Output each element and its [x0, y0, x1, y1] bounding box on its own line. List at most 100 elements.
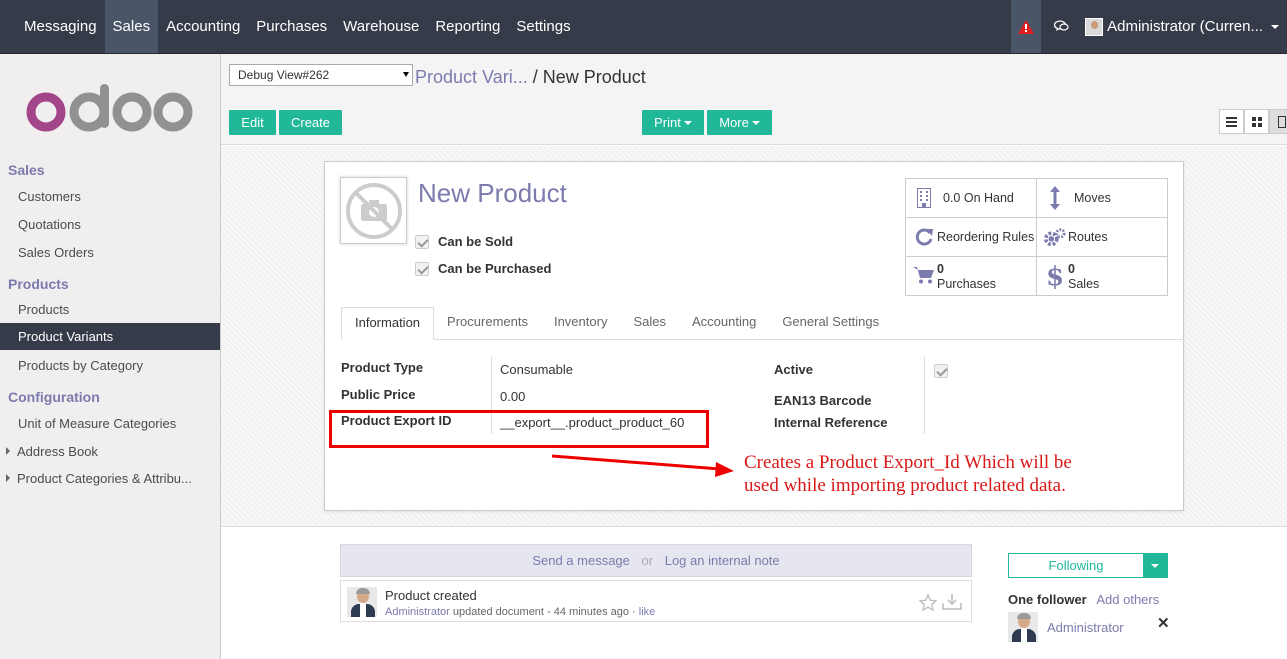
cogs-icon — [1044, 227, 1066, 247]
kanban-view-icon[interactable] — [1244, 109, 1269, 134]
menu-settings[interactable]: Settings — [508, 0, 578, 53]
archive-icon[interactable] — [942, 593, 962, 611]
menu-accounting[interactable]: Accounting — [158, 0, 248, 53]
following-dropdown[interactable] — [1143, 554, 1167, 577]
product-image[interactable] — [340, 177, 407, 244]
chat-icon[interactable] — [1047, 0, 1075, 53]
close-icon[interactable]: ✕ — [1157, 614, 1170, 632]
message-action: updated document — [452, 606, 544, 618]
tab-information[interactable]: Information — [341, 307, 435, 340]
public-price-field[interactable]: 0.00 — [500, 389, 525, 404]
main-menu: Messaging Sales Accounting Purchases War… — [16, 0, 579, 53]
user-name: Administrator (Curren... — [1107, 18, 1263, 35]
warning-icon[interactable] — [1011, 0, 1042, 53]
print-label: Print — [654, 115, 681, 130]
breadcrumb: Product Vari... / New Product — [415, 67, 646, 88]
sidebar-item-uom-categories[interactable]: Unit of Measure Categories — [18, 416, 176, 431]
sidebar-item-products[interactable]: Products — [18, 302, 69, 317]
sidebar-item-product-variants[interactable]: Product Variants — [0, 323, 220, 350]
message-title: Product created — [385, 588, 477, 603]
sidebar-item-product-categories[interactable]: Product Categories & Attribu... — [6, 471, 192, 486]
following-button[interactable]: Following — [1008, 553, 1168, 578]
moves-button[interactable]: Moves — [1037, 179, 1168, 218]
more-button[interactable]: More — [707, 110, 772, 135]
tab-procurements[interactable]: Procurements — [434, 307, 541, 340]
building-icon — [913, 188, 935, 208]
control-panel: Debug View#262 Product Vari... / New Pro… — [221, 54, 1287, 145]
menu-reporting[interactable]: Reporting — [427, 0, 508, 53]
print-button[interactable]: Print — [642, 110, 704, 135]
menu-sales[interactable]: Sales — [104, 0, 159, 53]
more-label: More — [719, 115, 749, 130]
sales-button[interactable]: $ 0 Sales — [1037, 257, 1168, 296]
routes-label: Routes — [1068, 230, 1108, 244]
purchases-button[interactable]: 0 Purchases — [906, 257, 1037, 296]
user-menu[interactable]: Administrator (Curren... — [1075, 17, 1287, 36]
public-price-label: Public Price — [341, 387, 416, 402]
tab-general-settings[interactable]: General Settings — [769, 307, 892, 340]
debug-select[interactable]: Debug View#262 — [229, 64, 413, 86]
follower-name[interactable]: Administrator — [1047, 620, 1124, 635]
odoo-logo[interactable] — [26, 84, 196, 144]
sidebar-item-label: Address Book — [17, 444, 98, 459]
like-link[interactable]: like — [639, 606, 656, 618]
product-name[interactable]: New Product — [418, 178, 567, 209]
avatar — [1085, 17, 1104, 36]
form-view-icon[interactable] — [1269, 109, 1287, 134]
tab-sales[interactable]: Sales — [620, 307, 679, 340]
can-be-purchased-checkbox[interactable]: Can be Purchased — [415, 261, 551, 276]
cart-icon — [913, 266, 935, 284]
followers-count: One follower — [1008, 592, 1087, 607]
sales-stat: 0 Sales — [1068, 262, 1099, 292]
field-divider — [924, 356, 925, 434]
list-view-icon[interactable] — [1219, 109, 1244, 134]
no-photo-icon — [345, 182, 402, 239]
message-author[interactable]: Administrator — [385, 606, 450, 618]
purchases-label: Purchases — [937, 276, 997, 291]
expand-icon — [6, 474, 10, 482]
following-label: Following — [1048, 558, 1104, 573]
caret-down-icon — [751, 121, 760, 125]
annotation-arrow-icon — [551, 454, 734, 477]
checkbox-icon — [415, 261, 429, 276]
reordering-rules-button[interactable]: Reordering Rules — [906, 218, 1037, 257]
breadcrumb-current: New Product — [542, 67, 646, 87]
menu-messaging[interactable]: Messaging — [16, 0, 105, 53]
dollar-icon: $ — [1045, 261, 1065, 292]
expand-icon — [6, 447, 10, 455]
annotation-text: Creates a Product Export_Id Which will b… — [744, 451, 1072, 497]
product-type-label: Product Type — [341, 360, 424, 375]
section-sales: Sales — [8, 162, 45, 178]
sidebar-item-quotations[interactable]: Quotations — [18, 217, 81, 232]
add-others-link[interactable]: Add others — [1096, 592, 1159, 607]
internal-reference-label: Internal Reference — [774, 415, 888, 430]
edit-button[interactable]: Edit — [229, 110, 276, 135]
tab-inventory[interactable]: Inventory — [541, 307, 620, 340]
smart-buttons: 0.0 On Hand Moves Reordering Rules Route… — [905, 178, 1168, 296]
follower-avatar — [1008, 612, 1038, 642]
caret-down-icon — [1151, 563, 1159, 568]
product-type-field[interactable]: Consumable — [500, 362, 573, 377]
tab-accounting[interactable]: Accounting — [679, 307, 769, 340]
menu-purchases[interactable]: Purchases — [248, 0, 335, 53]
breadcrumb-parent[interactable]: Product Vari... — [415, 67, 528, 87]
on-hand-button[interactable]: 0.0 On Hand — [906, 179, 1037, 218]
send-message-link[interactable]: Send a message — [532, 553, 630, 568]
form-tabs: Information Procurements Inventory Sales… — [341, 307, 1184, 340]
avatar[interactable] — [347, 587, 377, 617]
sales-count: 0 — [1068, 261, 1075, 276]
active-checkbox[interactable] — [934, 364, 948, 378]
sidebar-item-products-by-category[interactable]: Products by Category — [18, 358, 143, 373]
section-configuration: Configuration — [8, 389, 100, 405]
sidebar-item-label: Product Categories & Attribu... — [17, 471, 192, 486]
sidebar-item-address-book[interactable]: Address Book — [6, 444, 98, 459]
sidebar-item-sales-orders[interactable]: Sales Orders — [18, 245, 94, 260]
star-icon[interactable] — [919, 594, 937, 611]
create-button[interactable]: Create — [279, 110, 342, 135]
sidebar-item-customers[interactable]: Customers — [18, 189, 81, 204]
menu-warehouse[interactable]: Warehouse — [335, 0, 427, 53]
arrows-v-icon — [1044, 186, 1066, 210]
routes-button[interactable]: Routes — [1037, 218, 1168, 257]
log-note-link[interactable]: Log an internal note — [665, 553, 780, 568]
can-be-sold-checkbox[interactable]: Can be Sold — [415, 234, 513, 249]
